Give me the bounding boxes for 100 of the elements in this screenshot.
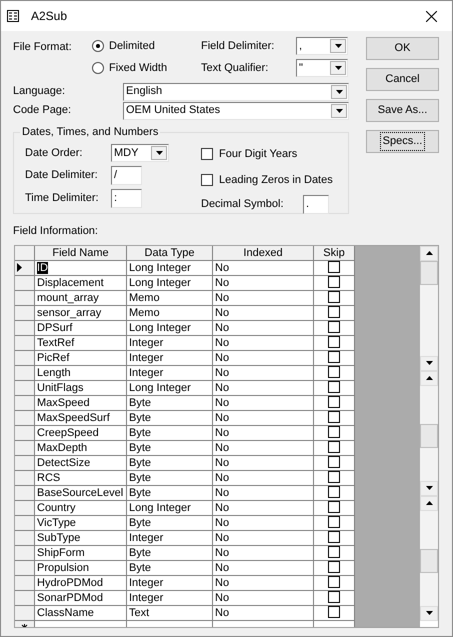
- caret-icon: [336, 90, 342, 94]
- checkbox[interactable]: [328, 276, 340, 288]
- dropdown-button[interactable]: [331, 104, 347, 118]
- table-cell: Integer: [127, 336, 213, 350]
- checkbox[interactable]: [328, 440, 340, 452]
- checkbox[interactable]: [328, 590, 340, 602]
- caret-icon: [334, 44, 342, 48]
- checkbox[interactable]: [328, 530, 340, 542]
- checkbox[interactable]: [201, 174, 213, 186]
- dropdown-field[interactable]: MDY: [111, 144, 169, 162]
- checkbox[interactable]: [328, 396, 340, 408]
- table-cell: SubType: [35, 530, 127, 546]
- checkbox[interactable]: [328, 576, 340, 588]
- table-cell: Byte: [127, 396, 213, 410]
- table-cell: No: [213, 470, 314, 486]
- table-cell: SonarPDMod: [35, 590, 127, 606]
- column-header[interactable]: Field Name: [35, 246, 127, 260]
- dropdown-field[interactable]: ,: [296, 37, 348, 55]
- scroll-thumb[interactable]: [420, 424, 438, 448]
- table-cell: Memo: [127, 290, 213, 306]
- input-field[interactable]: :: [111, 189, 142, 208]
- checkbox[interactable]: [328, 380, 340, 392]
- table-cell: Byte: [127, 470, 213, 486]
- checkbox[interactable]: [328, 350, 340, 362]
- radio-button[interactable]: [92, 40, 104, 52]
- table-cell: Integer: [127, 350, 213, 366]
- checkbox[interactable]: [328, 546, 340, 558]
- table-cell: No: [213, 560, 314, 576]
- checkbox[interactable]: [328, 606, 340, 618]
- scroll-thumb[interactable]: [420, 548, 438, 572]
- checkbox[interactable]: [328, 500, 340, 512]
- scroll-down-button[interactable]: [420, 356, 438, 370]
- field-label: Date Order:: [25, 146, 84, 161]
- checkbox[interactable]: [328, 560, 340, 572]
- checkbox[interactable]: [328, 426, 340, 438]
- checkbox[interactable]: [328, 260, 340, 272]
- dropdown-button[interactable]: [331, 84, 347, 98]
- checkbox[interactable]: [328, 290, 340, 302]
- table-cell: No: [213, 380, 314, 396]
- checkbox[interactable]: [328, 470, 340, 482]
- table-cell: Text: [127, 606, 213, 620]
- table-cell: Long Integer: [127, 260, 213, 276]
- scroll-down-button[interactable]: [420, 606, 438, 620]
- radio-button[interactable]: [92, 62, 104, 74]
- table-cell: ClassName: [35, 606, 127, 620]
- table-cell: Integer: [127, 576, 213, 590]
- dropdown-field[interactable]: ": [296, 59, 348, 77]
- checkbox[interactable]: [328, 516, 340, 528]
- table-cell: Byte: [127, 410, 213, 426]
- field-label: Field Delimiter:: [201, 38, 276, 54]
- caret-icon: [334, 66, 342, 70]
- dropdown-field[interactable]: English: [123, 82, 349, 100]
- close-icon: [426, 10, 436, 22]
- table-cell: MaxSpeedSurf: [35, 410, 127, 426]
- table-cell: MaxSpeed: [35, 396, 127, 410]
- checkbox[interactable]: [201, 148, 213, 160]
- scroll-up-button[interactable]: [420, 246, 438, 260]
- table-cell: PicRef: [35, 350, 127, 366]
- dialog-button[interactable]: Cancel: [366, 68, 439, 91]
- table-cell: MaxDepth: [35, 440, 127, 456]
- checkbox-label: Leading Zeros in Dates: [219, 172, 333, 188]
- dropdown-button[interactable]: [151, 146, 167, 160]
- scroll-thumb[interactable]: [420, 260, 438, 284]
- table-cell: Long Integer: [127, 320, 213, 336]
- dropdown-button[interactable]: [330, 39, 346, 53]
- column-header[interactable]: Data Type: [127, 246, 213, 260]
- table-cell: Byte: [127, 426, 213, 440]
- checkbox[interactable]: [328, 410, 340, 422]
- checkbox[interactable]: [328, 486, 340, 498]
- checkbox[interactable]: [328, 366, 340, 378]
- caret-icon: [156, 151, 162, 155]
- column-header[interactable]: Indexed: [213, 246, 314, 260]
- scroll-up-button[interactable]: [420, 496, 438, 510]
- checkbox[interactable]: [328, 456, 340, 468]
- input-field[interactable]: .: [303, 195, 329, 214]
- checkbox[interactable]: [328, 306, 340, 318]
- form-icon: [7, 10, 19, 22]
- checkbox[interactable]: [328, 320, 340, 332]
- table-cell: No: [213, 426, 314, 440]
- table-cell: Byte: [127, 456, 213, 470]
- input-field[interactable]: /: [111, 166, 142, 185]
- row-selector[interactable]: [15, 260, 35, 276]
- dropdown-field[interactable]: OEM United States: [123, 102, 349, 120]
- dialog-button[interactable]: Specs...: [366, 130, 439, 153]
- dialog-button[interactable]: OK: [366, 37, 439, 60]
- dropdown-button[interactable]: [330, 61, 346, 75]
- current-row-icon: [17, 263, 22, 272]
- table-cell: Displacement: [35, 276, 127, 290]
- table-cell: No: [213, 396, 314, 410]
- table-cell: Byte: [127, 440, 213, 456]
- scroll-down-button[interactable]: [420, 480, 438, 496]
- dialog-button[interactable]: Save As...: [366, 99, 439, 122]
- table-cell: sensor_array: [35, 306, 127, 320]
- field-label: Time Delimiter:: [25, 191, 100, 206]
- checkbox[interactable]: [328, 336, 340, 348]
- scroll-up-button[interactable]: [420, 370, 438, 386]
- up-arrow-icon: [426, 501, 432, 505]
- table-cell: DPSurf: [35, 320, 127, 336]
- table-cell: Memo: [127, 306, 213, 320]
- table-cell: Length: [35, 366, 127, 380]
